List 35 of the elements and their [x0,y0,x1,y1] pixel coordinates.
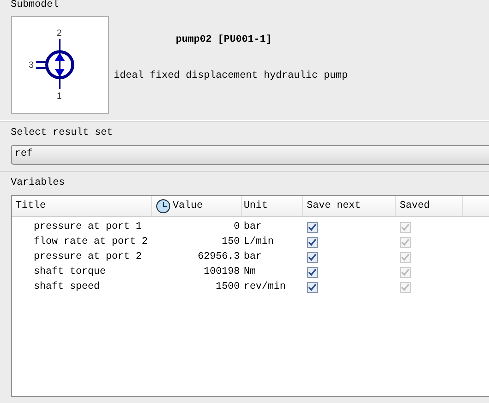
result-set-dropdown[interactable]: ref [11,145,489,165]
variable-title: shaft speed [33,282,102,293]
group-label: Select result set [11,126,114,141]
submodel-name: pump02 [PU001-1] [176,35,274,46]
submodel-description: ideal fixed displacement hydraulic pump [114,71,348,82]
save-next-checkbox[interactable] [307,282,318,293]
variable-value: 1500 [214,282,241,293]
save-next-checkbox[interactable] [307,252,318,263]
variable-title: flow rate at port 2 [33,237,150,248]
column-header[interactable]: Value [152,196,242,216]
variable-title: pressure at port 2 [33,252,144,263]
clock-icon [156,198,171,214]
column-header[interactable]: Unit [242,196,303,216]
group-label: Submodel [11,0,60,12]
save-next-checkbox[interactable] [307,267,318,278]
variable-value: 100198 [202,267,241,278]
column-header[interactable]: Saved [396,196,463,216]
column-header[interactable]: Title [12,196,152,216]
group-label: Variables [11,176,66,191]
save-next-checkbox[interactable] [307,237,318,248]
variable-unit: rev/min [243,282,288,293]
variable-title: shaft torque [33,267,108,278]
port-number: 1 [57,92,62,101]
variable-unit: Nm [243,267,258,278]
variable-unit: L/min [243,237,276,248]
variable-value: 62956.3 [196,252,241,263]
port-number: 2 [57,29,62,38]
column-header[interactable]: Save next [303,196,396,216]
variable-value: 0 [232,222,241,233]
port-number: 3 [29,61,34,70]
variable-value: 150 [220,237,241,248]
variable-unit: bar [243,252,264,263]
variable-title: pressure at port 1 [33,222,144,233]
variable-unit: bar [243,222,264,233]
save-next-checkbox[interactable] [307,222,318,233]
